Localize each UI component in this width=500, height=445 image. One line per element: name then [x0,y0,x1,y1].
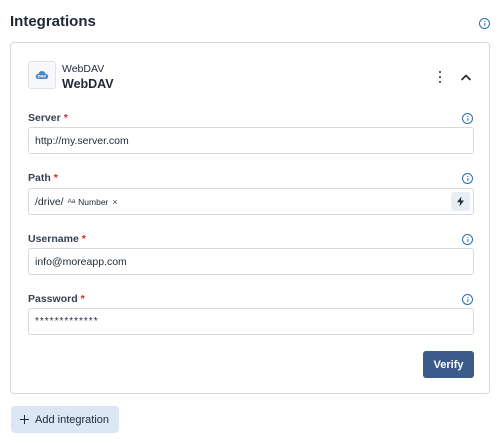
insert-placeholder-button[interactable] [451,192,470,211]
info-icon[interactable] [462,294,473,305]
kebab-menu-icon[interactable] [435,70,445,84]
cloud-dav-icon: DAV [35,71,49,79]
username-field[interactable]: info@moreapp.com [28,248,474,275]
integration-type: WebDAV [62,63,105,75]
server-label: Server * [28,112,68,124]
path-prefix: /drive/ [35,195,64,208]
text-type-icon: Aa [67,198,76,205]
server-field[interactable]: http://my.server.com [28,127,474,154]
username-label-text: Username [28,233,79,245]
section-title: Integrations [10,13,96,30]
required-mark: * [81,233,86,245]
verify-button[interactable]: Verify [423,351,474,378]
close-icon[interactable]: × [112,197,117,207]
password-field[interactable]: ************* [28,308,474,335]
info-icon[interactable] [462,173,473,184]
username-value: info@moreapp.com [35,255,127,268]
integration-name: WebDAV [62,77,114,91]
integration-card: DAV WebDAV WebDAV Server * http://my.serv… [10,42,490,394]
add-integration-button[interactable]: Add integration [11,406,119,433]
placeholder-chip[interactable]: Aa Number × [68,197,118,207]
password-label-text: Password [28,293,78,305]
password-label: Password * [28,293,85,305]
add-integration-label: Add integration [35,413,109,426]
required-mark: * [80,293,85,305]
server-label-text: Server [28,112,61,124]
path-field[interactable]: /drive/ Aa Number × [28,188,474,215]
chevron-up-icon[interactable] [459,70,473,84]
info-icon[interactable] [479,18,490,29]
info-icon[interactable] [462,234,473,245]
svg-text:DAV: DAV [38,75,47,79]
integrations-panel: Integrations DAV WebDAV WebDAV Server * h… [0,0,500,445]
server-value: http://my.server.com [35,134,129,147]
chip-label: Number [78,196,109,207]
path-label-text: Path [28,172,51,184]
info-icon[interactable] [462,113,473,124]
required-mark: * [53,172,58,184]
path-label: Path * [28,172,58,184]
password-value: ************* [35,316,99,327]
username-label: Username * [28,233,86,245]
lightning-icon [457,196,464,207]
required-mark: * [63,112,68,124]
webdav-logo: DAV [28,61,56,89]
plus-icon [20,415,29,424]
